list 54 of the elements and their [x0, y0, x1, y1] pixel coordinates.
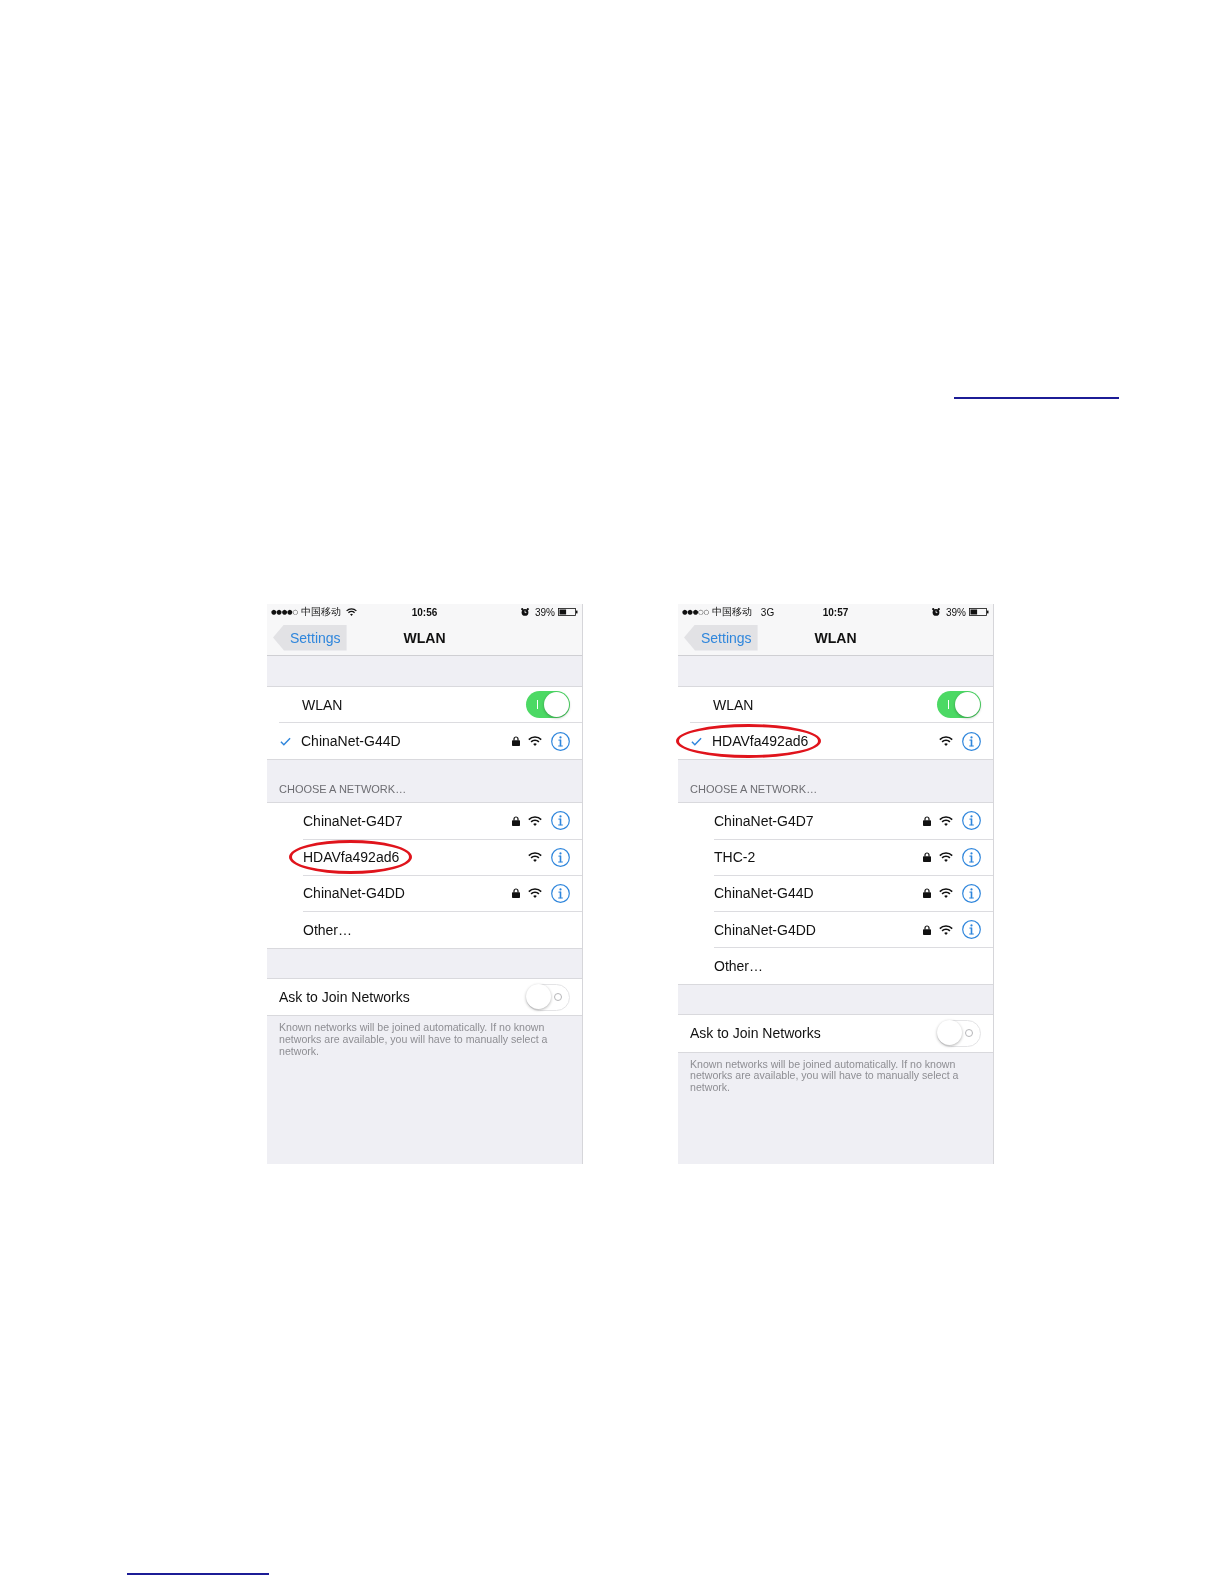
battery-percent: 39% [946, 606, 966, 618]
wifi-icon [528, 852, 542, 863]
info-icon[interactable] [962, 883, 981, 903]
status-time: 10:57 [822, 606, 849, 618]
info-icon[interactable] [962, 731, 981, 751]
wifi-icon [939, 852, 953, 863]
network-name[interactable]: ChinaNet-G4D7 [303, 812, 403, 829]
info-icon[interactable] [551, 847, 570, 867]
battery-icon [969, 608, 989, 616]
section-header: CHOOSE A NETWORK… [689, 782, 819, 798]
footer-note: Known networks will be joined automatically. If no known networks are available, you will have to manually select a network. [278, 1020, 549, 1059]
setting-label: WLAN [302, 696, 343, 713]
section-header: CHOOSE A NETWORK… [278, 782, 408, 798]
setting-label: WLAN [713, 696, 754, 713]
info-icon[interactable] [551, 731, 570, 751]
alarm-icon [521, 608, 529, 616]
network-name[interactable]: ChinaNet-G4D7 [714, 812, 814, 829]
carrier-name: 中国移动 [300, 605, 341, 619]
wifi-icon [528, 888, 542, 899]
info-icon[interactable] [962, 847, 981, 867]
status-time: 10:56 [411, 606, 438, 618]
network-name[interactable]: HDAVfa492ad6 [712, 733, 809, 750]
other-network-option[interactable]: Other… [714, 958, 763, 975]
wifi-icon [939, 815, 953, 826]
wifi-icon [939, 888, 953, 899]
page-title: WLAN [403, 629, 446, 646]
network-name[interactable]: HDAVfa492ad6 [303, 849, 400, 866]
network-name[interactable]: ChinaNet-G4DD [714, 921, 816, 938]
wifi-icon [939, 924, 953, 935]
setting-label: Ask to Join Networks [690, 1025, 821, 1042]
other-network-option[interactable]: Other… [303, 922, 352, 939]
footer-note: Known networks will be joined automatically. If no known networks are available, you will have to manually select a network. [689, 1056, 960, 1096]
info-icon[interactable] [551, 811, 570, 831]
alarm-icon [932, 608, 940, 616]
toggle-switch[interactable] [526, 691, 570, 719]
network-name[interactable]: THC-2 [714, 849, 756, 866]
network-name[interactable]: ChinaNet-G44D [714, 885, 814, 902]
wifi-icon [528, 736, 542, 747]
toggle-switch[interactable] [526, 983, 570, 1011]
battery-percent: 39% [535, 606, 555, 618]
network-type: 3G [760, 606, 775, 618]
carrier-name: 中国移动 [711, 605, 752, 619]
toggle-switch[interactable] [937, 691, 981, 719]
battery-icon [558, 608, 578, 616]
info-icon[interactable] [962, 811, 981, 831]
page-title: WLAN [814, 629, 857, 646]
toggle-switch[interactable] [937, 1019, 981, 1047]
wifi-icon [939, 736, 953, 747]
setting-label: Ask to Join Networks [279, 989, 410, 1006]
network-name[interactable]: ChinaNet-G4DD [303, 885, 405, 902]
network-name[interactable]: ChinaNet-G44D [301, 733, 401, 750]
info-icon[interactable] [551, 883, 570, 903]
info-icon[interactable] [962, 920, 981, 940]
wifi-icon [528, 815, 542, 826]
